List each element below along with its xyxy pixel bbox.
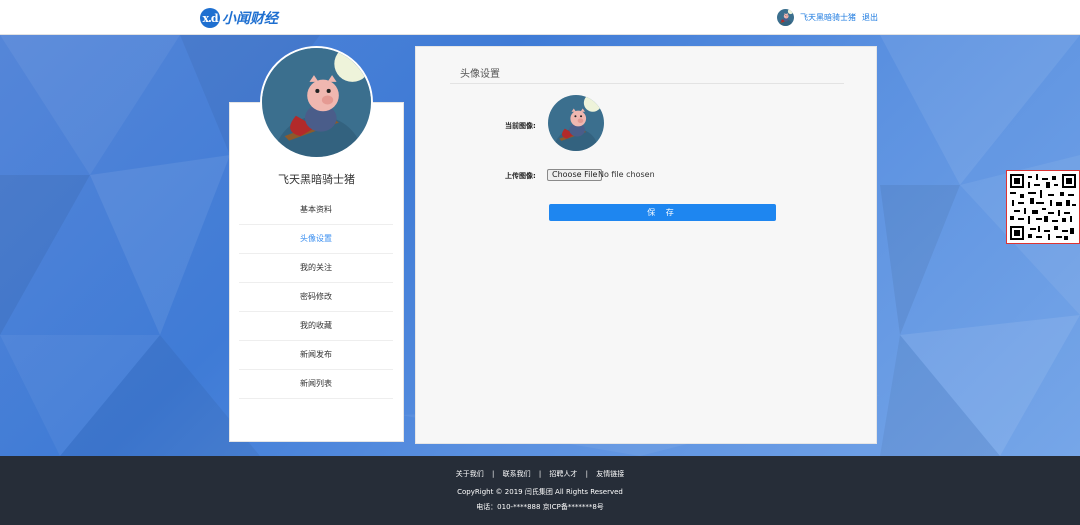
sidebar-item-avatar-settings[interactable]: 头像设置 — [239, 225, 393, 254]
footer-contact-info: 电话：010-****888 京ICP备*******8号 — [476, 503, 604, 511]
logo-text: 小闻财经 — [222, 11, 278, 27]
logo-mark-icon: x.d — [200, 8, 220, 28]
user-area: 飞天黑暗骑士猪 退出 — [777, 9, 878, 26]
sidebar-item-basic-info[interactable]: 基本资料 — [239, 196, 393, 225]
footer-separator: | — [538, 470, 542, 478]
panel-title: 头像设置 — [460, 69, 500, 80]
current-avatar-label: 当前图像: — [505, 122, 536, 130]
top-navbar: x.d 小闻财经 飞天黑暗骑士猪 退出 — [0, 0, 1080, 35]
footer-link-about[interactable]: 关于我们 — [456, 470, 484, 478]
footer-link-careers[interactable]: 招聘人才 — [549, 470, 577, 478]
file-status-text: No file chosen — [598, 170, 655, 179]
upload-avatar-label: 上传图像: — [505, 172, 536, 180]
sidebar-item-following[interactable]: 我的关注 — [239, 254, 393, 283]
footer-copyright: CopyRight © 2019 闫氏集团 All Rights Reserve… — [457, 488, 623, 496]
sidebar-menu: 基本资料 头像设置 我的关注 密码修改 我的收藏 新闻发布 新闻列表 — [239, 196, 393, 399]
sidebar-item-password[interactable]: 密码修改 — [239, 283, 393, 312]
sidebar-item-favorites[interactable]: 我的收藏 — [239, 312, 393, 341]
save-button[interactable]: 保 存 — [549, 204, 776, 221]
site-logo[interactable]: x.d 小闻财经 — [200, 7, 278, 29]
panel-divider — [450, 83, 844, 84]
sidebar-item-publish-news[interactable]: 新闻发布 — [239, 341, 393, 370]
profile-name: 飞天黑暗骑士猪 — [278, 173, 355, 186]
page-footer: 关于我们 | 联系我们 | 招聘人才 | 友情链接 CopyRight © 20… — [0, 456, 1080, 525]
user-avatar[interactable] — [777, 9, 794, 26]
current-avatar-image — [548, 95, 604, 151]
profile-avatar — [260, 46, 373, 159]
username-link[interactable]: 飞天黑暗骑士猪 — [800, 12, 856, 23]
choose-file-button[interactable]: Choose File — [547, 169, 603, 181]
footer-link-friends[interactable]: 友情链接 — [596, 470, 624, 478]
footer-links: 关于我们 | 联系我们 | 招聘人才 | 友情链接 — [0, 469, 1080, 479]
footer-separator: | — [585, 470, 588, 478]
footer-link-contact[interactable]: 联系我们 — [503, 470, 531, 478]
logout-link[interactable]: 退出 — [862, 12, 878, 23]
footer-separator: | — [491, 470, 495, 478]
qr-code-icon — [1006, 170, 1080, 244]
avatar-settings-panel — [415, 46, 877, 444]
sidebar-item-news-list[interactable]: 新闻列表 — [239, 370, 393, 399]
